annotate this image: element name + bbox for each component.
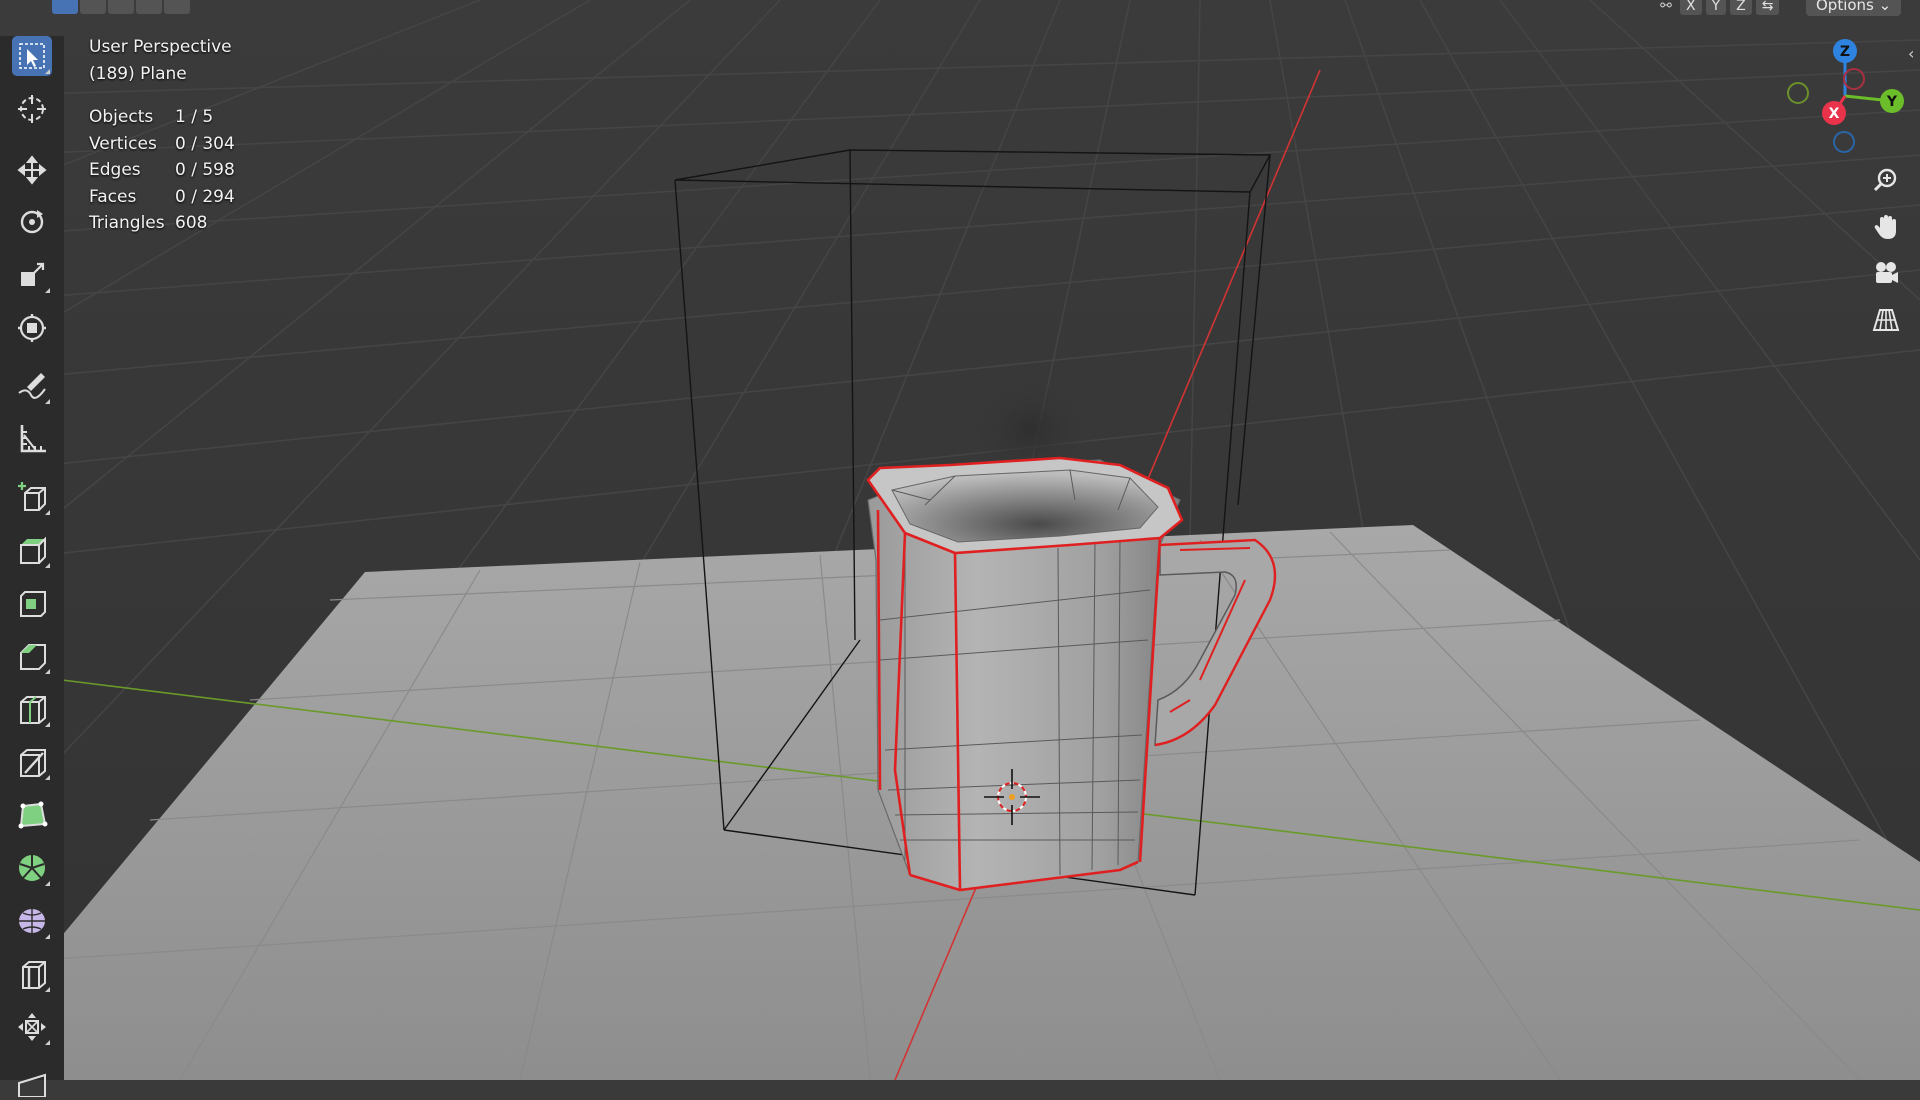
select-mode-intersect-icon[interactable] bbox=[164, 0, 190, 14]
measure-icon[interactable] bbox=[12, 419, 52, 459]
add-cube-icon[interactable] bbox=[12, 477, 52, 517]
move-icon[interactable] bbox=[12, 150, 52, 190]
tool-shelf bbox=[0, 36, 64, 1097]
stat-value: 1 / 5 bbox=[175, 107, 214, 127]
gizmo-y-label: Y bbox=[1886, 94, 1898, 110]
stat-value: 0 / 294 bbox=[175, 186, 235, 207]
poly-build-icon[interactable] bbox=[12, 795, 52, 835]
stat-row-objects: Objects 1 / 5 bbox=[89, 104, 235, 131]
stat-label: Vertices bbox=[89, 133, 157, 154]
stat-value: 608 bbox=[175, 213, 208, 234]
shrink-fatten-icon[interactable] bbox=[12, 1007, 52, 1047]
stat-row-faces: Faces 0 / 294 bbox=[89, 184, 235, 211]
cursor-icon[interactable] bbox=[12, 89, 52, 129]
scene-statistics: Objects 1 / 5 Vertices 0 / 304 Edges 0 /… bbox=[89, 104, 235, 237]
select-mode-new-icon[interactable] bbox=[52, 0, 78, 14]
view-name: User Perspective bbox=[89, 37, 232, 57]
axis-x-button[interactable]: X bbox=[1680, 0, 1702, 15]
inset-icon[interactable] bbox=[12, 583, 52, 623]
loop-cut-icon[interactable] bbox=[12, 689, 52, 729]
viewport-header: ⚯ X Y Z ⇆ Options ⌄ bbox=[0, 0, 1920, 16]
viewport-scene[interactable] bbox=[0, 0, 1920, 1080]
stat-row-vertices: Vertices 0 / 304 bbox=[89, 131, 235, 158]
gizmo-neg-x-icon bbox=[1843, 68, 1865, 90]
stat-value: 0 / 304 bbox=[175, 133, 235, 154]
gizmo-neg-z-icon bbox=[1833, 131, 1855, 153]
mirror-axis-group: ⚯ X Y Z ⇆ bbox=[1656, 0, 1780, 15]
sidebar-toggle-icon[interactable]: ‹ bbox=[1908, 44, 1914, 63]
gizmo-z-label: Z bbox=[1840, 44, 1850, 60]
extrude-icon[interactable] bbox=[12, 530, 52, 570]
gizmo-neg-y-icon bbox=[1787, 82, 1809, 104]
stat-row-triangles: Triangles 608 bbox=[89, 210, 235, 237]
annotate-icon[interactable] bbox=[12, 366, 52, 406]
select-mode-subtract-icon[interactable] bbox=[108, 0, 134, 14]
stat-value: 0 / 598 bbox=[175, 160, 235, 181]
stat-label: Objects bbox=[89, 107, 154, 127]
topology-mirror-icon[interactable]: ⇆ bbox=[1755, 0, 1780, 15]
bevel-icon[interactable] bbox=[12, 636, 52, 676]
mug-body bbox=[866, 456, 1184, 892]
rotate-icon[interactable] bbox=[12, 202, 52, 242]
viewport-info: User Perspective (189) Plane bbox=[89, 34, 232, 88]
gizmo-x-label: X bbox=[1829, 106, 1840, 122]
spin-icon[interactable] bbox=[12, 848, 52, 888]
knife-icon[interactable] bbox=[12, 742, 52, 782]
edge-slide-icon[interactable] bbox=[12, 954, 52, 994]
axis-y-button[interactable]: Y bbox=[1705, 0, 1727, 15]
options-dropdown[interactable]: Options ⌄ bbox=[1806, 0, 1902, 16]
smooth-icon[interactable] bbox=[12, 901, 52, 941]
active-object-name: (189) Plane bbox=[89, 64, 187, 84]
mirror-icon[interactable]: ⚯ bbox=[1656, 0, 1676, 15]
axis-z-button[interactable]: Z bbox=[1730, 0, 1752, 15]
transform-icon[interactable] bbox=[12, 308, 52, 348]
select-box-icon[interactable] bbox=[12, 36, 52, 76]
3d-viewport[interactable]: ⚯ X Y Z ⇆ Options ⌄ User Perspective (18… bbox=[0, 0, 1920, 1097]
zoom-icon[interactable] bbox=[1866, 160, 1906, 200]
select-mode-extend-icon[interactable] bbox=[80, 0, 106, 14]
pan-hand-icon[interactable] bbox=[1866, 207, 1906, 247]
stat-label: Triangles bbox=[89, 213, 165, 234]
shear-icon[interactable] bbox=[12, 1060, 52, 1100]
scale-icon[interactable] bbox=[12, 255, 52, 295]
stat-label: Edges bbox=[89, 160, 141, 181]
perspective-grid-icon[interactable] bbox=[1866, 300, 1906, 340]
stat-row-edges: Edges 0 / 598 bbox=[89, 157, 235, 184]
camera-icon[interactable] bbox=[1866, 253, 1906, 293]
select-mode-group bbox=[52, 0, 190, 14]
stat-label: Faces bbox=[89, 186, 137, 207]
select-mode-invert-icon[interactable] bbox=[136, 0, 162, 14]
navigation-gizmo[interactable]: Z Y X bbox=[1780, 36, 1910, 156]
